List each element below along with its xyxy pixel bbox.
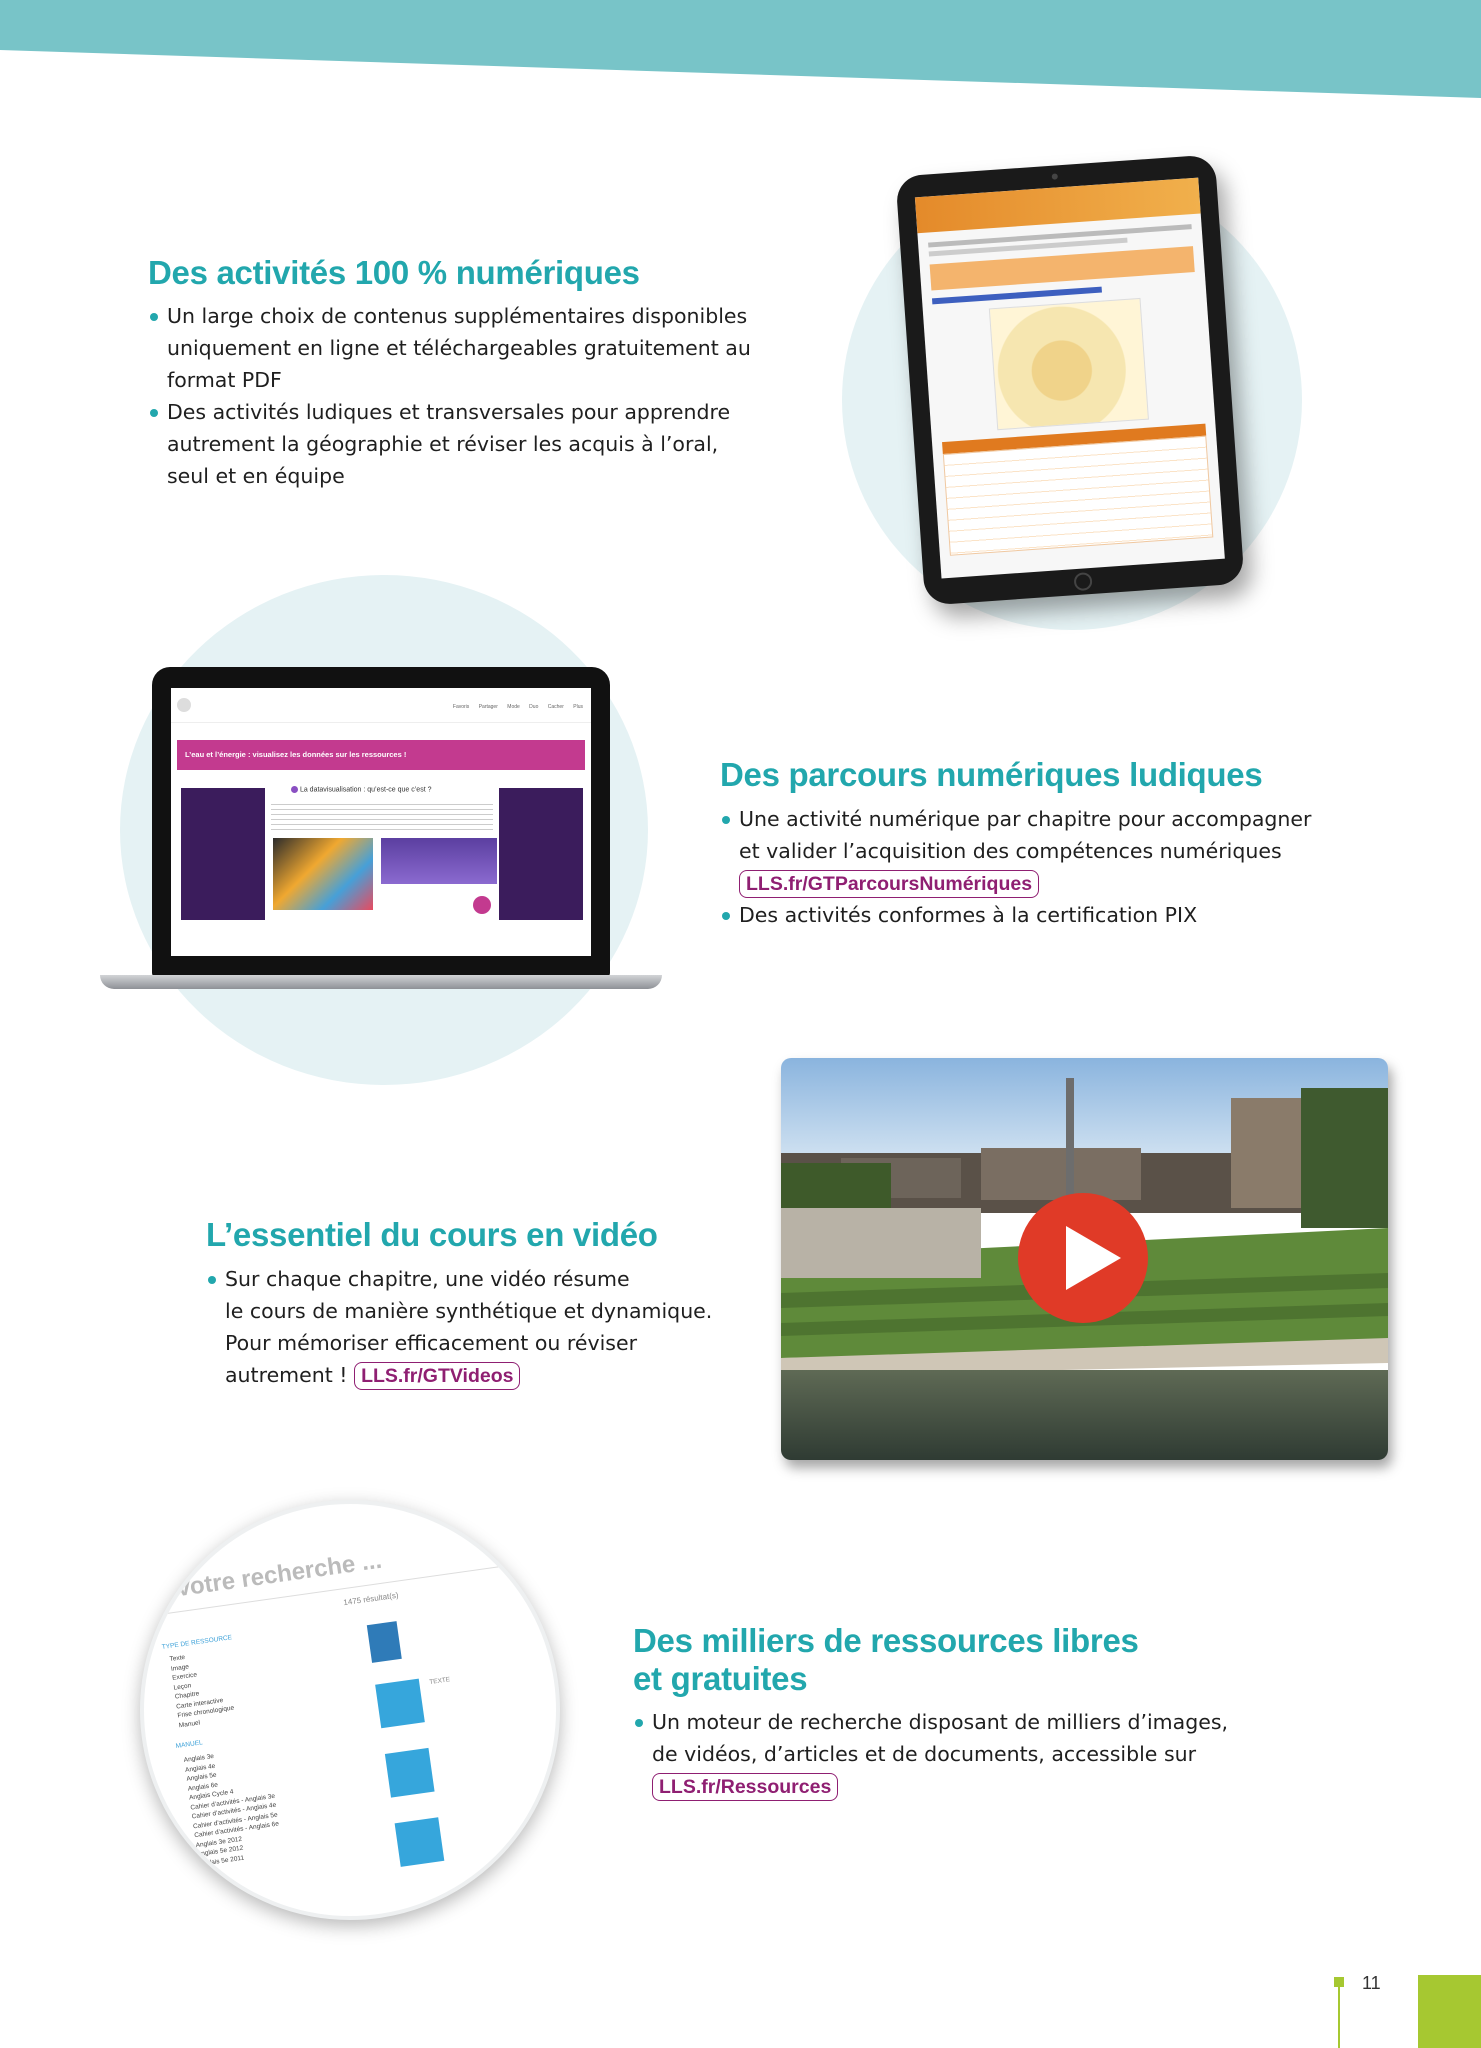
- page-number: 11: [1362, 1973, 1381, 1993]
- map-image: [988, 297, 1149, 431]
- play-button[interactable]: [1018, 1193, 1148, 1323]
- search-input[interactable]: Votre recherche ...: [174, 1547, 384, 1604]
- laptop-base: [100, 975, 662, 989]
- section-title-video: L’essentiel du cours en vidéo: [206, 1216, 658, 1253]
- results-count: 1475 résultat(s): [342, 1590, 400, 1608]
- bullet-item: Des activités conformes à la certificati…: [721, 899, 1401, 931]
- page-corner-block: [1418, 1975, 1481, 2048]
- bullet-item: Un moteur de recherche disposant de mill…: [634, 1706, 1334, 1802]
- result-thumbnail[interactable]: [384, 1747, 435, 1798]
- laptop-screen: Favoris Partager Mode Duo Cacher Plus L’…: [171, 688, 591, 956]
- result-thumbnail[interactable]: [394, 1817, 445, 1867]
- section-title-activities: Des activités 100 % numériques: [148, 254, 640, 291]
- top-banner: [0, 0, 1481, 98]
- page-marker-line: [1338, 1978, 1340, 2048]
- link-parcours-numeriques[interactable]: LLS.fr/GTParcoursNumériques: [739, 870, 1040, 898]
- bullet-item: Un large choix de contenus supplémentair…: [149, 300, 789, 396]
- section-video-bullets: Sur chaque chapitre, une vidéo résume le…: [207, 1263, 767, 1391]
- section-parcours-bullets: Une activité numérique par chapitre pour…: [721, 803, 1401, 931]
- tablet-home-button: [1073, 571, 1093, 592]
- search-icon: [152, 1582, 171, 1601]
- link-videos[interactable]: LLS.fr/GTVideos: [354, 1362, 521, 1390]
- bullet-item: Des activités ludiques et transversales …: [149, 396, 789, 492]
- manual-heading: MANUEL: [175, 1739, 204, 1750]
- laptop-banner: L’eau et l’énergie : visualisez les donn…: [177, 740, 585, 770]
- link-ressources[interactable]: LLS.fr/Ressources: [652, 1773, 839, 1801]
- tablet-camera: [1051, 173, 1058, 180]
- tablet-screen: [914, 177, 1225, 579]
- section-title-ressources: Des milliers de ressources libres et gra…: [633, 1622, 1139, 1697]
- tablet-illustration: [895, 154, 1245, 606]
- filter-list: Texte Image Exercice Leçon Chapitre Cart…: [169, 1653, 235, 1729]
- result-type: TEXTE: [428, 1676, 451, 1687]
- laptop-toolbar: Favoris Partager Mode Duo Cacher Plus: [171, 688, 591, 723]
- section-activities-bullets: Un large choix de contenus supplémentair…: [149, 300, 789, 492]
- section-ressources-bullets: Un moteur de recherche disposant de mill…: [634, 1706, 1334, 1802]
- search-magnifier-illustration: Votre recherche ... 1475 résultat(s) TYP…: [140, 1500, 560, 1920]
- page-marker-dot: [1334, 1977, 1344, 1987]
- bullet-item: Une activité numérique par chapitre pour…: [721, 803, 1401, 899]
- laptop-subtitle: La datavisualisation : qu’est-ce que c’e…: [291, 786, 431, 793]
- manual-list: Anglais 3e Anglais 4e Anglais 5e Anglais…: [183, 1752, 280, 1868]
- result-thumbnail[interactable]: [375, 1678, 425, 1729]
- section-title-parcours: Des parcours numériques ludiques: [720, 756, 1263, 793]
- result-thumbnail[interactable]: [366, 1621, 402, 1663]
- bullet-item: Sur chaque chapitre, une vidéo résume le…: [207, 1263, 767, 1391]
